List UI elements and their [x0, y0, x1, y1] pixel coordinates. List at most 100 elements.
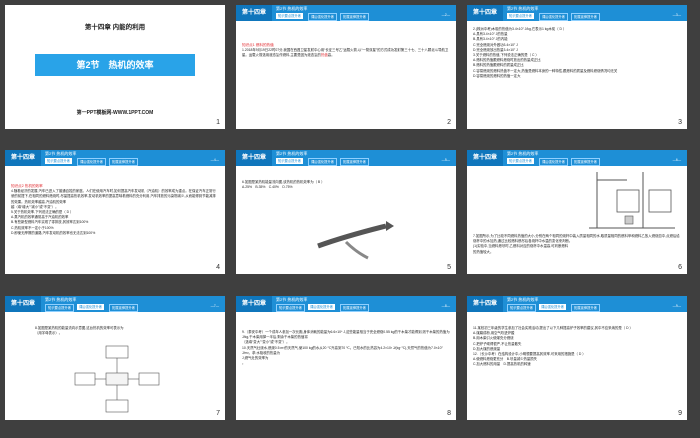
tab-extension[interactable]: 拓展延伸提升练 [340, 158, 370, 166]
page-indicator: —8— [441, 304, 450, 308]
option-line: C.加大燃料的用量 D.提高热机的转速 [473, 362, 531, 367]
slide-header: 第十四章 第2节 热机的效率 知识要点提升练 课后强化提升练 拓展延伸提升练 —… [236, 5, 456, 21]
slide-body: 知识点1 燃料的热值 1.2018年9月19日22时07分,我国在西昌卫星发射中… [242, 43, 450, 59]
question-line: 。 [242, 361, 246, 366]
slide-number: 4 [216, 264, 220, 271]
question-text: 1.2018年9月19日22时07分,我国在西昌卫星发射中心用“长征三号乙”运载… [242, 48, 449, 58]
slide-title: 第2节 热机的效率 [76, 60, 154, 70]
slide-number: 6 [678, 264, 682, 271]
tab-extension[interactable]: 拓展延伸提升练 [109, 304, 139, 312]
slide-number: 5 [447, 264, 451, 271]
chapter-label: 第十四章 [236, 5, 272, 21]
page-indicator: —6— [672, 158, 681, 162]
section-title: 第2节 热机的效率 [276, 151, 308, 156]
slide-header: 第十四章 第2节 热机的效率 知识要点提升练 课后强化提升练 拓展延伸提升练 —… [467, 296, 687, 312]
slide-header: 第十四章 第2节 热机的效率 知识要点提升练 课后强化提升练 拓展延伸提升练 —… [5, 296, 225, 312]
question-line: （用字母表示）。 [35, 331, 63, 336]
option-line: D.即使无摩擦的道路,汽车发动机的效率也无法达到100% [11, 230, 96, 235]
energy-flow-diagram [74, 345, 160, 413]
slide-header: 第十四章 第2节 热机的效率 知识要点提升练 课后强化提升练 拓展延伸提升练 —… [5, 150, 225, 166]
slide-header: 第十四章 第2节 热机的效率 知识要点提升练 课后强化提升练 拓展延伸提升练 —… [467, 150, 687, 166]
tab-knowledge[interactable]: 知识要点提升练 [276, 304, 306, 312]
slide-header: 第十四章 第2节 热机的效率 知识要点提升练 课后强化提升练 拓展延伸提升练 —… [236, 150, 456, 166]
question-line: 7.如图所示,为了比较不同燃料热值的大小,分别在两个相同的烧杯中装入质量相同的水… [473, 234, 680, 244]
tab-knowledge[interactable]: 知识要点提升练 [276, 13, 304, 19]
page-indicator: —5— [441, 158, 450, 162]
slide-body: 知识点2 热机的效率 4.随着经济的发展,汽车已进入了普通百姓的家庭。人们在使用… [11, 184, 219, 236]
page-indicator: —2— [441, 13, 450, 17]
page-indicator: —7— [210, 304, 219, 308]
slide-thumbnail-3[interactable]: 第十四章 第2节 热机的效率 知识要点提升练 课后强化提升练 拓展延伸提升练 —… [467, 5, 687, 129]
loss-flow-band [344, 240, 369, 260]
tab-after-class[interactable]: 课后强化提升练 [77, 304, 105, 310]
section-title: 第2节 热机的效率 [507, 6, 539, 11]
slide-number: 3 [678, 119, 682, 126]
page-indicator: —4— [210, 158, 219, 162]
chapter-label: 第十四章 [5, 296, 41, 312]
tab-extension[interactable]: 拓展延伸提升练 [571, 13, 601, 21]
slide-header: 第十四章 第2节 热机的效率 知识要点提升练 课后强化提升练 拓展延伸提升练 —… [236, 296, 456, 312]
section-title: 第2节 热机的效率 [276, 297, 308, 302]
tab-after-class[interactable]: 课后强化提升练 [539, 13, 569, 21]
slide-thumbnail-5[interactable]: 第十四章 第2节 热机的效率 知识要点提升练 课后强化提升练 拓展延伸提升练 —… [236, 150, 456, 274]
slide-thumbnail-9[interactable]: 第十四章 第2节 热机的效率 知识要点提升练 课后强化提升练 拓展延伸提升练 —… [467, 296, 687, 420]
option-line: D.容易燃烧的燃料的热值一定大 [473, 73, 521, 78]
chapter-label: 第十四章 [236, 150, 272, 166]
tab-extension[interactable]: 拓展延伸提升练 [340, 13, 370, 21]
question-line: 4.随着经济的发展,汽车已进入了普通百姓的家庭。人们在使用汽车时,如何提高汽车发… [11, 189, 216, 204]
section-title: 第2节 热机的效率 [45, 151, 77, 156]
section-title: 第2节 热机的效率 [507, 297, 539, 302]
tab-knowledge[interactable]: 知识要点提升练 [276, 158, 304, 164]
page-indicator: —9— [672, 304, 681, 308]
chapter-label: 第十四章 [467, 5, 503, 21]
energy-flow-diagram [317, 221, 394, 260]
chapter-label: 第十四章 [236, 296, 272, 312]
slide-thumbnail-7[interactable]: 第十四章 第2节 热机的效率 知识要点提升练 课后强化提升练 拓展延伸提升练 —… [5, 296, 225, 420]
question-line: 10.天然气灶烧水,燃烧0.5 m³的天然气,使100 kg的水从20 ℃升高到… [242, 345, 443, 355]
tab-after-class[interactable]: 课后强化提升练 [308, 304, 336, 310]
option-line: A.25% B.35% C.40% D.75% [242, 185, 293, 190]
chapter-label: 第十四章 [467, 296, 503, 312]
slide-number: 2 [447, 119, 451, 126]
slide-number: 1 [216, 119, 220, 126]
slide-number: 8 [447, 410, 451, 417]
chapter-label: 第十四章 [467, 150, 503, 166]
title-band: 第2节 热机的效率 [35, 54, 195, 76]
beaker-apparatus-illustration [589, 172, 675, 229]
slide-body: 7.如图所示,为了比较不同燃料热值的大小,分别在两个相同的烧杯中装入质量相同的水… [473, 234, 681, 255]
question-line: 的热值较大。 [473, 249, 494, 254]
slide-header: 第十四章 第2节 热机的效率 知识要点提升练 课后强化提升练 拓展延伸提升练 —… [467, 5, 687, 21]
answer-blank: 热值 [320, 53, 328, 58]
tab-extension[interactable]: 拓展延伸提升练 [571, 158, 601, 166]
tab-after-class[interactable]: 课后强化提升练 [308, 13, 338, 21]
site-text: 第一PPT模板网-WWW.1PPT.COM [76, 110, 154, 116]
tab-knowledge[interactable]: 知识要点提升练 [507, 158, 535, 164]
chapter-title: 第十四章 内能的利用 [84, 24, 146, 31]
tab-knowledge[interactable]: 知识要点提升练 [507, 304, 537, 312]
slide-body: 6.如图是某热机能量流向图,该热机的热机效率为（ B ） A.25% B.35%… [242, 180, 450, 190]
slide-thumbnail-4[interactable]: 第十四章 第2节 热机的效率 知识要点提升练 课后强化提升练 拓展延伸提升练 —… [5, 150, 225, 274]
slide-thumbnail-1[interactable]: 第十四章 内能的利用 第2节 热机的效率 第一PPT模板网-WWW.1PPT.C… [5, 5, 225, 129]
tab-extension[interactable]: 拓展延伸提升练 [571, 304, 601, 312]
slide-number: 9 [678, 410, 682, 417]
main-flow-band [317, 223, 387, 249]
flow-arrowhead [386, 221, 394, 231]
tab-extension[interactable]: 拓展延伸提升练 [109, 158, 139, 166]
tab-after-class[interactable]: 课后强化提升练 [77, 158, 107, 166]
slide-body: 11.某校初三年级的学生参加了社会实践活动,提出了以下几种提高炉子效率的建议,其… [473, 326, 681, 368]
tab-after-class[interactable]: 课后强化提升练 [308, 158, 338, 166]
tab-after-class[interactable]: 课后强化提升练 [539, 158, 569, 166]
chapter-label: 第十四章 [5, 150, 41, 166]
section-title: 第2节 热机的效率 [45, 297, 77, 302]
slide-thumbnail-6[interactable]: 第十四章 第2节 热机的效率 知识要点提升练 课后强化提升练 拓展延伸提升练 —… [467, 150, 687, 274]
tab-knowledge[interactable]: 知识要点提升练 [45, 304, 75, 312]
tab-knowledge[interactable]: 知识要点提升练 [45, 158, 73, 164]
slide-thumbnail-2[interactable]: 第十四章 第2节 热机的效率 知识要点提升练 课后强化提升练 拓展延伸提升练 —… [236, 5, 456, 129]
tab-after-class[interactable]: 课后强化提升练 [539, 304, 567, 310]
tab-knowledge[interactable]: 知识要点提升练 [507, 13, 535, 19]
slide-body: 8.如图是某热机的能量流向示意图,这台热机的效率可表示为 （用字母表示）。 [35, 326, 215, 336]
section-title: 第2节 热机的效率 [276, 6, 308, 11]
tab-extension[interactable]: 拓展延伸提升练 [340, 304, 370, 312]
slide-body: 2.(株洲中考)木炭的热值为3.4×10⁷ J/kg,它表示1 kg木炭（ D … [473, 27, 681, 79]
slide-thumbnail-8[interactable]: 第十四章 第2节 热机的效率 知识要点提升练 课后强化提升练 拓展延伸提升练 —… [236, 296, 456, 420]
